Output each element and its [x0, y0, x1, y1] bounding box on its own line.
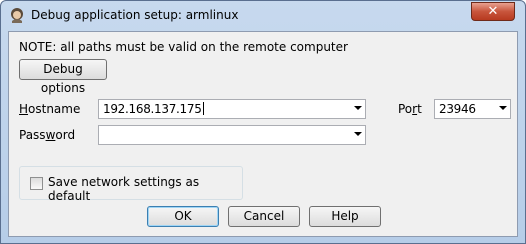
title-bar[interactable]: Debug application setup: armlinux ✕: [1, 1, 525, 31]
ida-app-icon: [11, 8, 23, 23]
dialog-window: Debug application setup: armlinux ✕ NOTE…: [0, 0, 526, 244]
hostname-value: 192.168.137.175: [103, 102, 202, 116]
save-settings-label[interactable]: Save network settings as default: [48, 175, 242, 203]
password-label-prefix: Pass: [19, 128, 46, 142]
dialog-body: NOTE: all paths must be valid on the rem…: [8, 31, 518, 237]
close-button[interactable]: ✕: [471, 2, 515, 21]
hostname-label-rest: ostname: [28, 102, 81, 116]
cancel-button[interactable]: Cancel: [228, 206, 300, 227]
save-settings-checkbox[interactable]: [30, 177, 43, 190]
close-icon: ✕: [487, 4, 499, 19]
help-button[interactable]: Help: [309, 206, 381, 227]
options-groupbox: Save network settings as default: [19, 166, 243, 203]
port-combobox[interactable]: 23946: [434, 99, 511, 119]
port-label-rest: t: [417, 102, 422, 116]
password-label-accel: w: [45, 128, 56, 142]
password-combobox[interactable]: [98, 125, 366, 145]
window-title: Debug application setup: armlinux: [31, 8, 239, 22]
debug-options-button[interactable]: Debug options: [19, 59, 107, 95]
ok-button[interactable]: OK: [147, 206, 219, 227]
password-label: Password: [19, 128, 75, 142]
hostname-value-wrap: 192.168.137.175: [103, 102, 204, 116]
hostname-label-accel: H: [19, 102, 29, 116]
chevron-down-icon[interactable]: [354, 132, 362, 136]
port-label: Port: [398, 102, 422, 116]
password-label-rest: ord: [55, 128, 76, 142]
hostname-label: Hostname: [19, 102, 80, 116]
note-text: NOTE: all paths must be valid on the rem…: [19, 40, 348, 54]
text-caret: [202, 102, 204, 115]
hostname-combobox[interactable]: 192.168.137.175: [98, 99, 366, 119]
port-label-prefix: Po: [398, 102, 413, 116]
port-value: 23946: [439, 102, 476, 116]
chevron-down-icon[interactable]: [354, 106, 362, 110]
chevron-down-icon[interactable]: [499, 106, 507, 110]
